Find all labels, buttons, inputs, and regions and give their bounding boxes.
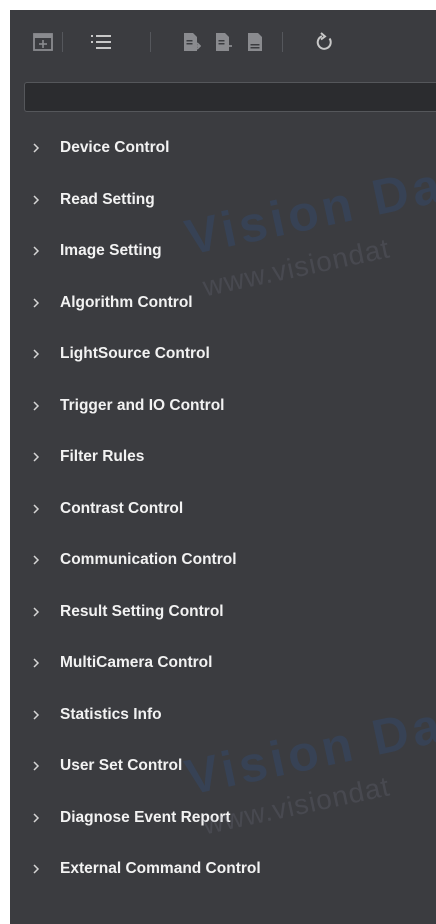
chevron-right-icon xyxy=(33,349,40,359)
chevron-right-icon xyxy=(33,709,40,720)
chevron-right-icon xyxy=(33,194,40,205)
tree-item-label: Statistics Info xyxy=(60,705,162,723)
tree-item-diagnose-event-report[interactable]: Diagnose Event Report xyxy=(10,800,436,836)
chevron-right-icon xyxy=(33,297,40,308)
refresh-icon xyxy=(316,32,332,50)
tree-item-device-control[interactable]: Device Control xyxy=(10,130,436,166)
save-config-icon xyxy=(248,33,262,51)
save-config-button[interactable] xyxy=(244,31,266,53)
chevron-right-icon xyxy=(33,503,40,514)
list-view-button[interactable] xyxy=(90,31,112,53)
tree-item-multicamera-control[interactable]: MultiCamera Control xyxy=(10,645,436,681)
export-config-button[interactable] xyxy=(212,31,234,53)
chevron-right-icon xyxy=(33,606,40,617)
toolbar xyxy=(10,10,436,72)
tree-item-label: LightSource Control xyxy=(60,345,210,362)
tree-item-label: Device Control xyxy=(60,139,170,156)
tree-item-label: Diagnose Event Report xyxy=(60,808,231,826)
tree-item-label: Read Setting xyxy=(60,190,155,208)
list-view-icon xyxy=(91,35,111,49)
tree-item-trigger-and-io-control[interactable]: Trigger and IO Control xyxy=(10,388,436,424)
chevron-right-icon xyxy=(33,246,40,256)
chevron-right-icon xyxy=(33,400,40,411)
chevron-right-icon xyxy=(33,812,40,823)
toolbar-separator xyxy=(282,32,283,52)
tree-item-label: Image Setting xyxy=(60,242,162,259)
tree-item-statistics-info[interactable]: Statistics Info xyxy=(10,697,436,733)
tree-item-user-set-control[interactable]: User Set Control xyxy=(10,748,436,784)
search-input[interactable] xyxy=(24,82,436,112)
tree-item-result-setting-control[interactable]: Result Setting Control xyxy=(10,594,436,630)
tree-item-filter-rules[interactable]: Filter Rules xyxy=(10,439,436,475)
tree-item-label: Result Setting Control xyxy=(60,602,224,620)
toolbar-separator xyxy=(150,32,151,52)
tree-item-read-setting[interactable]: Read Setting xyxy=(10,182,436,218)
tree-item-label: Trigger and IO Control xyxy=(60,396,225,414)
chevron-right-icon xyxy=(33,864,40,874)
tree-item-communication-control[interactable]: Communication Control xyxy=(10,542,436,578)
expand-all-button[interactable] xyxy=(32,31,54,53)
tree-item-contrast-control[interactable]: Contrast Control xyxy=(10,491,436,527)
tree-item-label: MultiCamera Control xyxy=(60,654,213,671)
feature-tree-panel: Device Control Read Setting Image Settin… xyxy=(10,10,436,924)
tree-item-label: Communication Control xyxy=(60,551,237,568)
tree-item-external-command-control[interactable]: External Command Control xyxy=(10,851,436,887)
chevron-right-icon xyxy=(33,658,40,668)
import-config-icon xyxy=(184,33,201,51)
tree-item-label: Filter Rules xyxy=(60,448,145,465)
chevron-right-icon xyxy=(33,452,40,462)
import-config-button[interactable] xyxy=(180,31,202,53)
export-config-icon xyxy=(216,33,232,51)
chevron-right-icon xyxy=(33,761,40,771)
expand-all-icon xyxy=(33,33,53,51)
tree-item-algorithm-control[interactable]: Algorithm Control xyxy=(10,285,436,321)
tree-item-label: User Set Control xyxy=(60,757,183,774)
refresh-button[interactable] xyxy=(314,31,336,53)
tree-item-label: Algorithm Control xyxy=(60,293,193,311)
tree-item-lightsource-control[interactable]: LightSource Control xyxy=(10,336,436,372)
tree-item-label: External Command Control xyxy=(60,860,261,877)
chevron-right-icon xyxy=(33,555,40,565)
tree-item-image-setting[interactable]: Image Setting xyxy=(10,233,436,269)
chevron-right-icon xyxy=(33,143,40,153)
tree-item-label: Contrast Control xyxy=(60,499,184,517)
toolbar-separator xyxy=(62,32,63,52)
